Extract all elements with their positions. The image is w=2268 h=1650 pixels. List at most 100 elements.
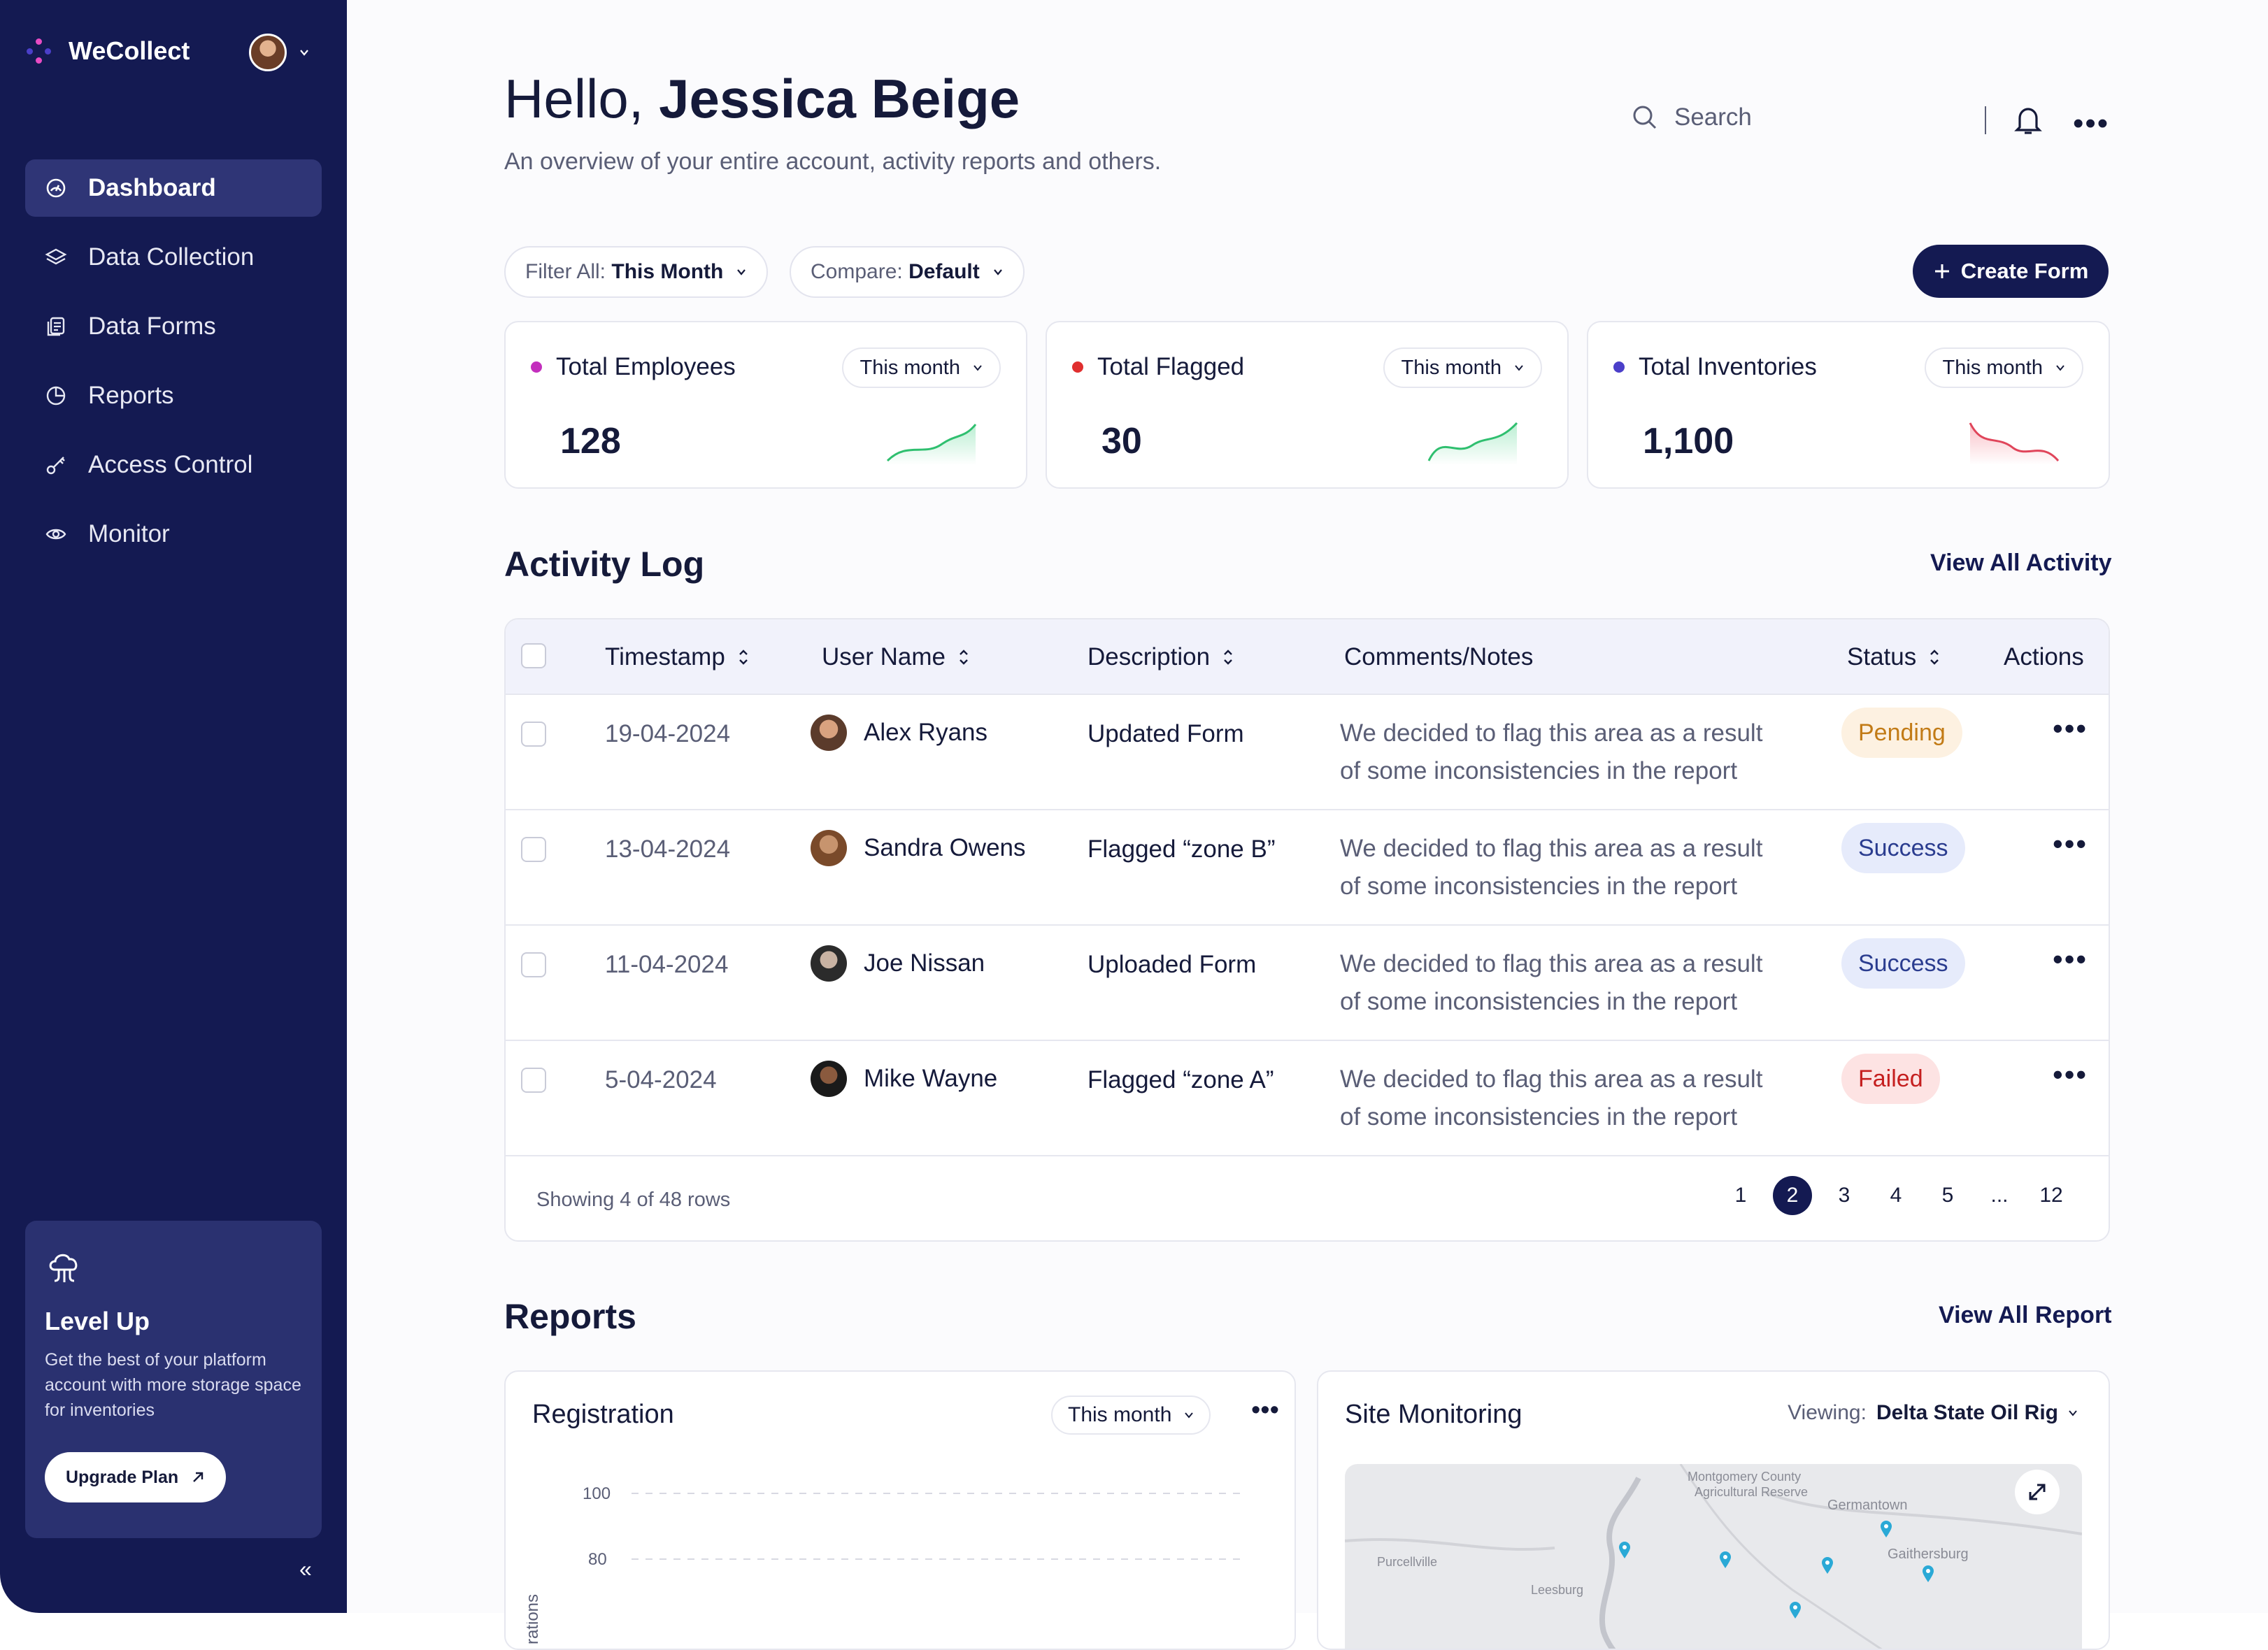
map-pin-icon[interactable] xyxy=(1618,1541,1632,1559)
avatar xyxy=(811,715,847,751)
page-3[interactable]: 3 xyxy=(1825,1176,1864,1215)
chevron-down-icon xyxy=(2056,365,2064,371)
collapse-sidebar-button[interactable]: « xyxy=(299,1556,312,1582)
sidebar-item-monitor[interactable]: Monitor xyxy=(25,505,322,563)
sidebar-item-label: Data Collection xyxy=(88,243,255,271)
page-12[interactable]: 12 xyxy=(2032,1176,2071,1215)
stat-value: 1,100 xyxy=(1643,421,1734,461)
column-timestamp[interactable]: Timestamp xyxy=(605,619,750,695)
upgrade-plan-button[interactable]: Upgrade Plan xyxy=(45,1452,227,1502)
status-badge: Pending xyxy=(1841,708,1962,758)
activity-table: Timestamp User Name Description Comments… xyxy=(504,618,2110,1242)
column-status[interactable]: Status xyxy=(1847,619,1941,695)
column-user-name[interactable]: User Name xyxy=(822,619,971,695)
description-cell: Uploaded Form xyxy=(1087,951,1257,978)
period-dropdown[interactable]: This month xyxy=(1383,347,1542,388)
site-map[interactable]: Montgomery County Agricultural Reserve G… xyxy=(1345,1464,2082,1649)
profile-menu[interactable] xyxy=(249,34,309,71)
page-2[interactable]: 2 xyxy=(1773,1176,1812,1215)
stat-value: 30 xyxy=(1101,421,1142,461)
row-actions-icon[interactable]: ••• xyxy=(2053,1058,2088,1091)
user-name: Jessica Beige xyxy=(659,68,1020,129)
view-all-report-link[interactable]: View All Report xyxy=(1939,1302,2112,1329)
bell-icon[interactable] xyxy=(2013,103,2044,137)
row-checkbox[interactable] xyxy=(521,1068,546,1093)
site-selector[interactable]: Viewing: Delta State Oil Rig xyxy=(1788,1401,2078,1425)
sidebar-item-data-forms[interactable]: Data Forms xyxy=(25,298,322,355)
sparkline-down xyxy=(1969,422,2060,465)
site-monitoring-card: Site Monitoring Viewing: Delta State Oil… xyxy=(1317,1370,2110,1650)
expand-icon xyxy=(2029,1484,2046,1500)
page-5[interactable]: 5 xyxy=(1928,1176,1967,1215)
map-pin-icon[interactable] xyxy=(1718,1551,1732,1569)
avatar xyxy=(249,34,287,71)
view-all-activity-link[interactable]: View All Activity xyxy=(1930,550,2112,577)
stat-label: Total Inventories xyxy=(1613,353,1817,381)
status-dot xyxy=(1072,361,1083,373)
cloud-icon xyxy=(49,1254,78,1282)
stat-label: Total Flagged xyxy=(1072,353,1244,381)
logo-mark-icon xyxy=(25,37,53,65)
map-pin-icon[interactable] xyxy=(1788,1601,1802,1619)
sidebar-item-access-control[interactable]: Access Control xyxy=(25,436,322,494)
table-row: 5-04-2024 Mike Wayne Flagged “zone A” We… xyxy=(506,1041,2109,1156)
status-badge: Failed xyxy=(1841,1054,1940,1104)
map-pin-icon[interactable] xyxy=(1820,1556,1834,1574)
map-label: Germantown xyxy=(1827,1498,1908,1513)
user-cell: Joe Nissan xyxy=(811,945,985,982)
map-label: Gaithersburg xyxy=(1888,1547,1969,1562)
compare-dropdown[interactable]: Compare: Default xyxy=(790,246,1025,298)
map-pin-icon[interactable] xyxy=(1879,1520,1893,1538)
avatar xyxy=(811,945,847,982)
row-checkbox[interactable] xyxy=(521,837,546,862)
sparkline-up xyxy=(1427,422,1518,465)
status-dot xyxy=(531,361,542,373)
y-tick-100: 100 xyxy=(583,1484,611,1503)
page-1[interactable]: 1 xyxy=(1721,1176,1760,1215)
greeting-text: Hello, xyxy=(504,68,644,129)
row-actions-icon[interactable]: ••• xyxy=(2053,827,2088,861)
column-description[interactable]: Description xyxy=(1087,619,1235,695)
expand-map-button[interactable] xyxy=(2015,1470,2060,1514)
layers-icon xyxy=(45,248,67,265)
sort-icon xyxy=(960,650,968,665)
period-dropdown[interactable]: This month xyxy=(1924,347,2083,388)
search-input[interactable]: Search xyxy=(1674,103,1752,131)
avatar xyxy=(811,1061,847,1097)
more-options-icon[interactable]: ••• xyxy=(1251,1396,1279,1426)
app-logo[interactable]: WeCollect xyxy=(25,36,190,66)
more-options-icon[interactable]: ••• xyxy=(2073,106,2109,141)
reports-title: Reports xyxy=(504,1297,636,1336)
timestamp-cell: 13-04-2024 xyxy=(605,835,731,863)
avatar xyxy=(811,830,847,866)
note-cell: We decided to flag this area as a result… xyxy=(1340,719,1763,784)
row-checkbox[interactable] xyxy=(521,722,546,747)
registration-chart: rations 100 80 xyxy=(527,1484,1240,1644)
select-all-checkbox[interactable] xyxy=(521,643,546,668)
site-monitoring-title: Site Monitoring xyxy=(1345,1400,1522,1429)
filter-label: Filter All: This Month xyxy=(525,260,724,283)
status-dot xyxy=(1613,361,1625,373)
row-actions-icon[interactable]: ••• xyxy=(2053,712,2088,745)
chevron-down-icon xyxy=(300,50,308,56)
page-4[interactable]: 4 xyxy=(1876,1176,1916,1215)
sidebar-item-data-collection[interactable]: Data Collection xyxy=(25,229,322,286)
create-form-button[interactable]: Create Form xyxy=(1913,245,2109,298)
upgrade-plan-label: Upgrade Plan xyxy=(66,1467,179,1487)
sidebar-item-dashboard[interactable]: Dashboard xyxy=(25,159,322,217)
period-dropdown[interactable]: This month xyxy=(841,347,1001,388)
filter-dropdown[interactable]: Filter All: This Month xyxy=(504,246,769,298)
row-checkbox[interactable] xyxy=(521,952,546,977)
row-actions-icon[interactable]: ••• xyxy=(2053,942,2088,976)
stat-card-inventories: Total Inventories This month 1,100 xyxy=(1587,321,2110,489)
key-icon xyxy=(46,457,65,475)
registration-title: Registration xyxy=(532,1400,674,1429)
chevron-down-icon xyxy=(737,269,746,275)
search-box[interactable]: Search xyxy=(1631,103,1752,131)
stat-value: 128 xyxy=(560,421,621,461)
period-dropdown[interactable]: This month xyxy=(1051,1396,1211,1435)
upgrade-card: Level Up Get the best of your platform a… xyxy=(25,1221,322,1538)
y-tick-80: 80 xyxy=(588,1550,607,1569)
sidebar-item-reports[interactable]: Reports xyxy=(25,367,322,424)
map-pin-icon[interactable] xyxy=(1921,1565,1935,1583)
